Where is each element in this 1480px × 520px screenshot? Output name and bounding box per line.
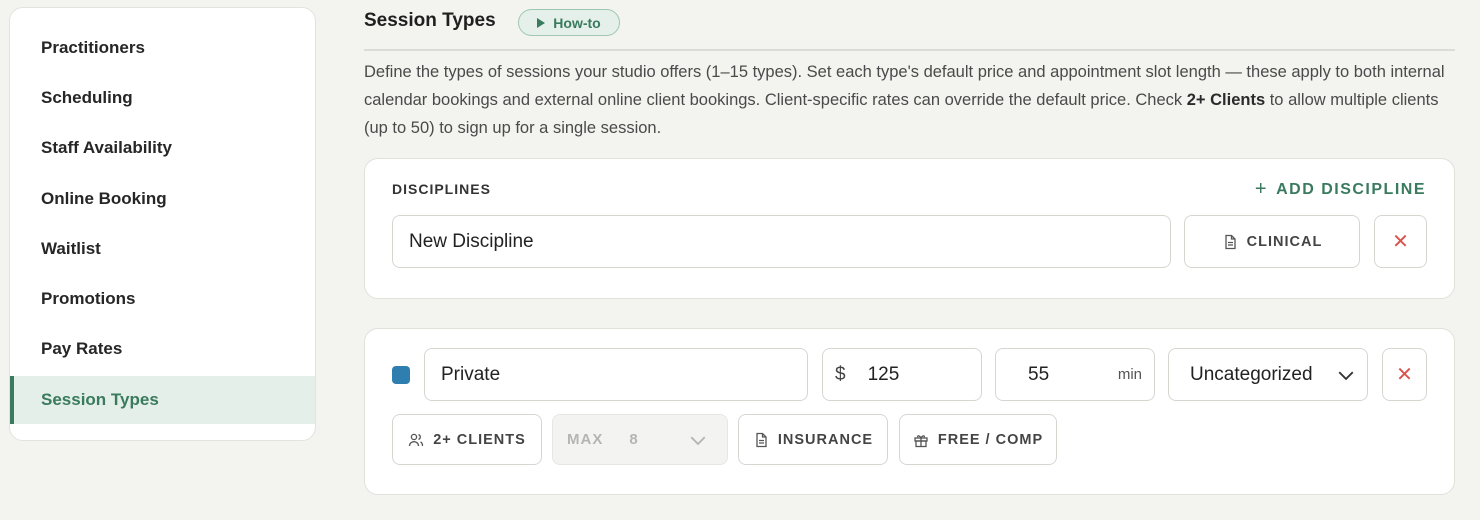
close-icon: ✕: [1396, 364, 1413, 386]
sidebar-item-online-booking[interactable]: Online Booking: [10, 175, 315, 223]
category-select[interactable]: Uncategorized: [1168, 348, 1368, 401]
sidebar-item-practitioners[interactable]: Practitioners: [10, 24, 315, 72]
max-label: MAX: [567, 431, 604, 448]
sidebar-item-scheduling[interactable]: Scheduling: [10, 74, 315, 122]
clinical-toggle-button[interactable]: CLINICAL: [1184, 215, 1360, 268]
discipline-name-input[interactable]: New Discipline: [392, 215, 1171, 268]
page-description: Define the types of sessions your studio…: [364, 58, 1456, 142]
free-comp-label: FREE / COMP: [937, 431, 1044, 448]
multi-clients-label: 2+ CLIENTS: [433, 431, 526, 448]
sidebar-item-label: Scheduling: [41, 88, 133, 107]
header-divider: [364, 49, 1455, 51]
sidebar-item-label: Promotions: [41, 289, 136, 308]
plus-icon: +: [1254, 178, 1269, 200]
sidebar-item-promotions[interactable]: Promotions: [10, 275, 315, 323]
howto-label: How-to: [553, 14, 601, 31]
session-name-value: Private: [441, 363, 501, 385]
disciplines-heading: DISCIPLINES: [392, 181, 491, 197]
document-icon: [756, 432, 767, 447]
sidebar-item-label: Waitlist: [41, 239, 101, 258]
document-icon: [1225, 234, 1236, 249]
sidebar-item-waitlist[interactable]: Waitlist: [10, 225, 315, 273]
category-value: Uncategorized: [1190, 363, 1313, 385]
price-input[interactable]: $ 125: [822, 348, 982, 401]
description-bold: 2+ Clients: [1186, 91, 1266, 109]
currency-symbol: $: [835, 363, 846, 385]
sidebar-item-label: Staff Availability: [41, 138, 172, 157]
clinical-label: CLINICAL: [1246, 233, 1323, 250]
users-icon: [409, 433, 424, 446]
session-color-swatch[interactable]: [392, 366, 410, 384]
chevron-down-icon: [1338, 371, 1354, 380]
settings-sidebar: Practitioners Scheduling Staff Availabil…: [9, 7, 316, 441]
sidebar-item-label: Practitioners: [41, 38, 145, 57]
sidebar-item-label: Session Types: [41, 390, 159, 409]
price-value: 125: [867, 363, 900, 385]
max-value: 8: [629, 431, 639, 448]
gift-icon: [914, 434, 928, 447]
max-clients-select: MAX 8: [552, 414, 728, 465]
chevron-down-icon: [690, 436, 706, 445]
multi-clients-toggle[interactable]: 2+ CLIENTS: [392, 414, 542, 465]
duration-input[interactable]: 55 min: [995, 348, 1155, 401]
play-icon: [537, 17, 546, 28]
sidebar-item-session-types[interactable]: Session Types: [10, 376, 315, 424]
page-title: Session Types: [364, 10, 496, 31]
duration-unit: min: [1117, 366, 1142, 383]
howto-button[interactable]: How-to: [518, 9, 620, 36]
sidebar-item-label: Pay Rates: [41, 339, 123, 358]
close-icon: ✕: [1392, 231, 1409, 253]
add-discipline-label: ADD DISCIPLINE: [1276, 180, 1426, 198]
insurance-toggle[interactable]: INSURANCE: [738, 414, 888, 465]
sidebar-item-pay-rates[interactable]: Pay Rates: [10, 325, 315, 373]
insurance-label: INSURANCE: [777, 431, 874, 448]
discipline-name-value: New Discipline: [409, 230, 534, 252]
remove-discipline-button[interactable]: ✕: [1374, 215, 1427, 268]
sidebar-item-label: Online Booking: [41, 189, 167, 208]
session-name-input[interactable]: Private: [424, 348, 808, 401]
remove-session-type-button[interactable]: ✕: [1382, 348, 1427, 401]
sidebar-item-staff-availability[interactable]: Staff Availability: [10, 124, 315, 172]
free-comp-toggle[interactable]: FREE / COMP: [899, 414, 1057, 465]
duration-value: 55: [1028, 363, 1050, 385]
add-discipline-button[interactable]: + ADD DISCIPLINE: [1255, 178, 1426, 201]
